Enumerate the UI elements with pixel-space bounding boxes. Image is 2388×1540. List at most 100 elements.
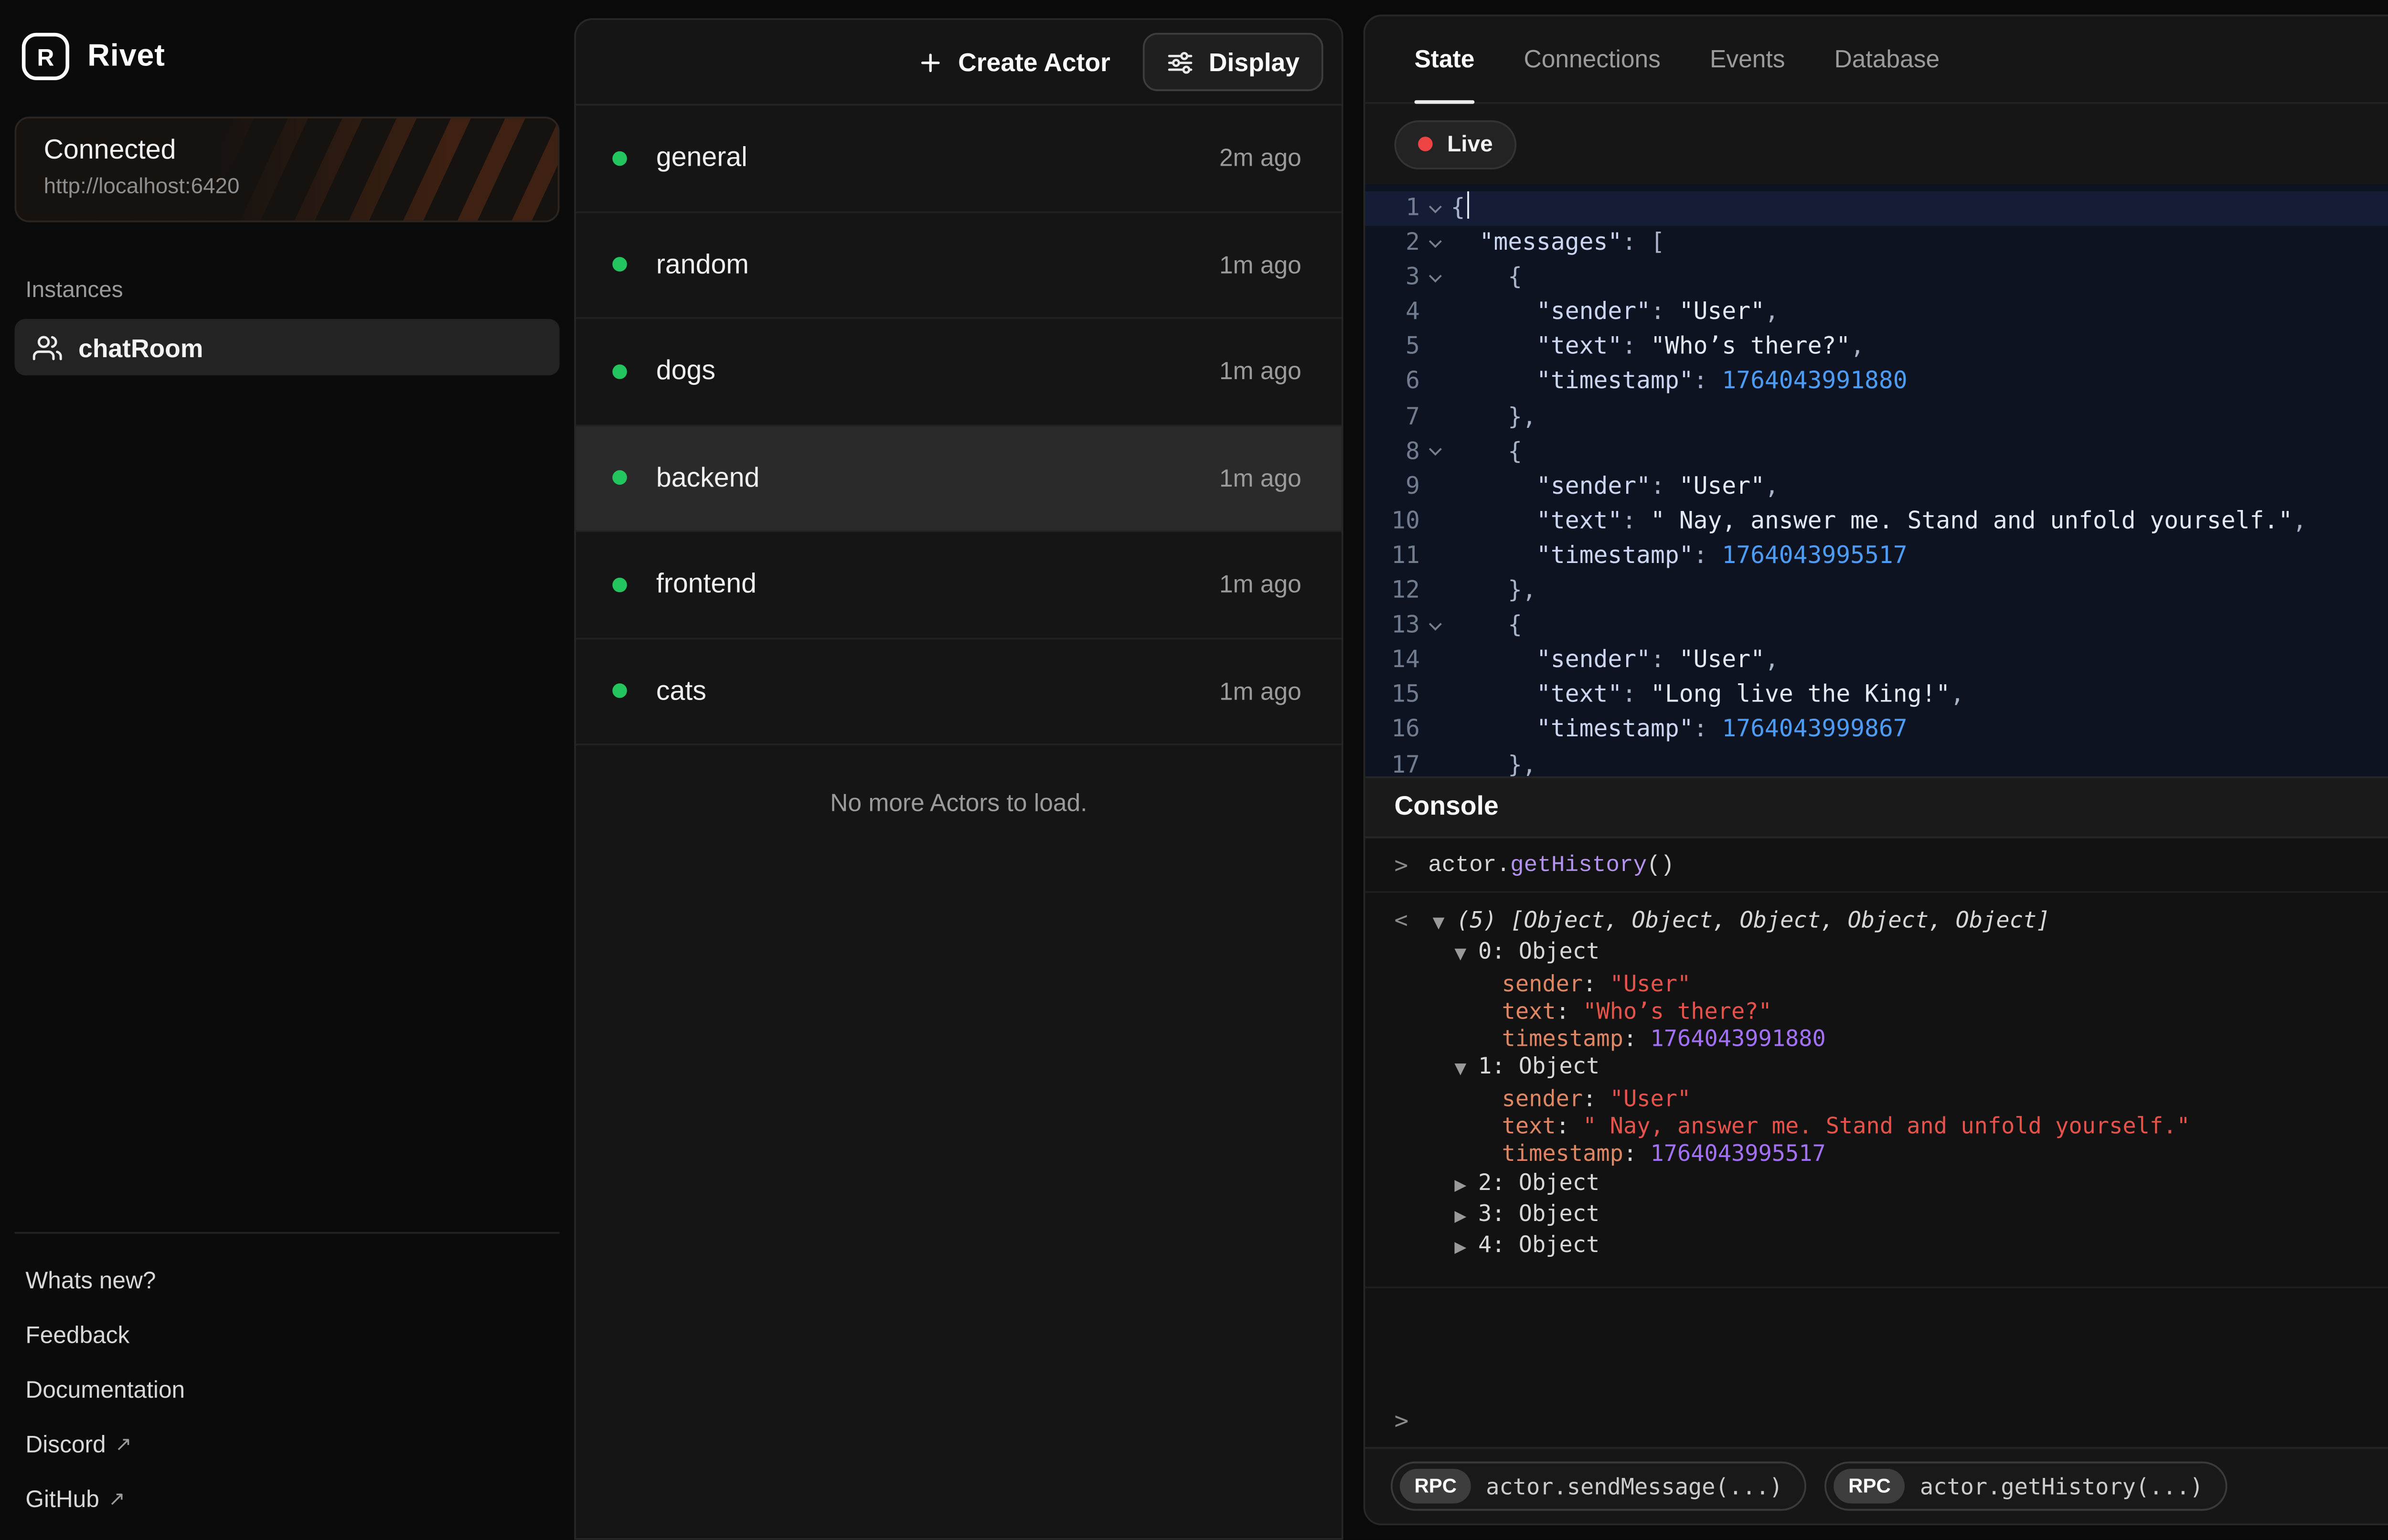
collapse-triangle-icon[interactable]: ▼ [1454,1058,1478,1085]
code-line-7[interactable]: 7 }, [1365,400,2388,435]
actor-last-active: 2m ago [1219,144,1301,171]
actor-list: general2m agorandom1m agodogs1m agobacke… [576,106,1342,745]
display-button[interactable]: Display [1143,33,1323,91]
fold-gutter [1420,296,1451,330]
console-object-2[interactable]: ▶2: Object [1433,1169,2190,1201]
code-line-12[interactable]: 12 }, [1365,574,2388,609]
footer-link-documentation[interactable]: Documentation [15,1361,560,1416]
collapse-triangle-icon[interactable]: ▼ [1433,911,1457,939]
code-line-11[interactable]: 11 "timestamp": 1764043995517 [1365,539,2388,574]
actors-header: Create Actor Display [576,20,1342,106]
line-number: 4 [1365,296,1419,330]
console-history-entry[interactable]: > actor.getHistory() [1365,838,2388,892]
code-text: "timestamp": 1764043995517 [1451,539,2388,574]
code-line-3[interactable]: 3 { [1365,261,2388,296]
sidebar-divider [15,1232,560,1234]
fold-toggle-icon[interactable] [1420,435,1451,470]
fold-toggle-icon[interactable] [1420,191,1451,226]
actor-status-icon [612,257,627,272]
line-number: 16 [1365,713,1419,748]
code-lines: 1{2 "messages": [3 {4 "sender": "User",5… [1365,191,2388,776]
footer-link-discord[interactable]: Discord ↗ [15,1416,560,1470]
fold-gutter [1420,748,1451,776]
collapse-triangle-icon[interactable]: ▼ [1454,943,1478,970]
fold-gutter [1420,330,1451,365]
actor-name: cats [656,676,706,707]
footer-link-whats-new[interactable]: Whats new? [15,1252,560,1306]
sidebar: R Rivet Connected http://localhost:6420 … [0,0,574,1540]
actor-row-frontend[interactable]: frontend1m ago [576,532,1342,638]
rpc-shortcut-actor-gethistory[interactable]: RPCactor.getHistory(...) [1825,1462,2227,1511]
actor-row-backend[interactable]: backend1m ago [576,425,1342,532]
tab-events[interactable]: Events [1710,16,1785,102]
expand-triangle-icon[interactable]: ▶ [1454,1236,1478,1264]
state-json-editor[interactable]: 1{2 "messages": [3 {4 "sender": "User",5… [1365,184,2388,776]
create-actor-button[interactable]: Create Actor [895,36,1132,87]
actor-row-random[interactable]: random1m ago [576,212,1342,319]
fold-toggle-icon[interactable] [1420,609,1451,644]
code-line-13[interactable]: 13 { [1365,609,2388,644]
footer-link-github[interactable]: GitHub ↗ [15,1471,560,1525]
code-line-5[interactable]: 5 "text": "Who’s there?", [1365,330,2388,365]
fold-gutter [1420,679,1451,713]
code-line-1[interactable]: 1{ [1365,191,2388,226]
code-line-17[interactable]: 17 }, [1365,748,2388,776]
code-line-10[interactable]: 10 "text": " Nay, answer me. Stand and u… [1365,505,2388,540]
prompt-caret-icon: > [1394,1408,1408,1435]
actor-status-icon [612,151,627,166]
code-line-9[interactable]: 9 "sender": "User", [1365,470,2388,505]
console-object-3[interactable]: ▶3: Object [1433,1201,2190,1232]
code-line-14[interactable]: 14 "sender": "User", [1365,644,2388,679]
actors-panel: Create Actor Display general2m agorandom… [574,18,1343,1540]
code-line-6[interactable]: 6 "timestamp": 1764043991880 [1365,365,2388,400]
fold-toggle-icon[interactable] [1420,226,1451,261]
code-text: "messages": [ [1451,226,2388,261]
instance-name: chatRoom [78,332,203,361]
fold-gutter [1420,400,1451,435]
actor-row-dogs[interactable]: dogs1m ago [576,319,1342,425]
sliders-icon [1167,48,1194,75]
rpc-badge: RPC [1400,1469,1471,1504]
instances-label: Instances [15,277,560,302]
external-link-icon: ↗ [115,1432,132,1455]
console-empty-space [1365,1287,2388,1396]
console-object-4[interactable]: ▶4: Object [1433,1232,2190,1264]
tabs: State Connections Events Database [1414,16,1940,102]
rpc-code: actor.sendMessage(...) [1486,1473,1783,1498]
command-object: actor. [1428,852,1510,877]
console-object-0[interactable]: ▼0: Object [1433,939,2190,971]
expand-triangle-icon[interactable]: ▶ [1454,1204,1478,1232]
command-method: getHistory [1510,852,1647,877]
code-line-4[interactable]: 4 "sender": "User", [1365,296,2388,330]
code-text: { [1451,435,2388,470]
fold-gutter [1420,470,1451,505]
fold-toggle-icon[interactable] [1420,261,1451,296]
live-toggle[interactable]: Live [1394,119,1516,169]
actor-row-general[interactable]: general2m ago [576,106,1342,212]
line-number: 2 [1365,226,1419,261]
console-object-1[interactable]: ▼1: Object [1433,1054,2190,1086]
console-header[interactable]: Console [1365,776,2388,839]
external-link-icon: ↗ [108,1486,125,1510]
brand-name: Rivet [87,38,165,74]
code-line-15[interactable]: 15 "text": "Long live the King!", [1365,679,2388,713]
code-line-8[interactable]: 8 { [1365,435,2388,470]
actor-name: random [656,249,749,280]
console-input[interactable]: > [1365,1396,2388,1447]
no-more-actors-text: No more Actors to load. [576,745,1342,860]
rpc-shortcut-actor-sendmessage[interactable]: RPC actor.sendMessage(...) [1391,1462,1807,1511]
code-line-2[interactable]: 2 "messages": [ [1365,226,2388,261]
actor-row-cats[interactable]: cats1m ago [576,639,1342,745]
brand-logo[interactable]: R Rivet [15,15,560,117]
inspector-panel: StateConnectionsEventsDatabase Running L… [1364,15,2388,1526]
expand-triangle-icon[interactable]: ▶ [1454,1173,1478,1200]
tab-database[interactable]: Database [1834,16,1940,102]
logo-letter: R [37,43,54,70]
instance-item-chatroom[interactable]: chatRoom [15,319,560,375]
footer-link-feedback[interactable]: Feedback [15,1306,560,1361]
tab-connections[interactable]: Connections [1524,16,1660,102]
code-line-16[interactable]: 16 "timestamp": 1764043999867 [1365,713,2388,748]
users-icon [33,332,62,361]
tab-state[interactable]: State [1414,16,1474,102]
console-title: Console [1394,793,1498,822]
